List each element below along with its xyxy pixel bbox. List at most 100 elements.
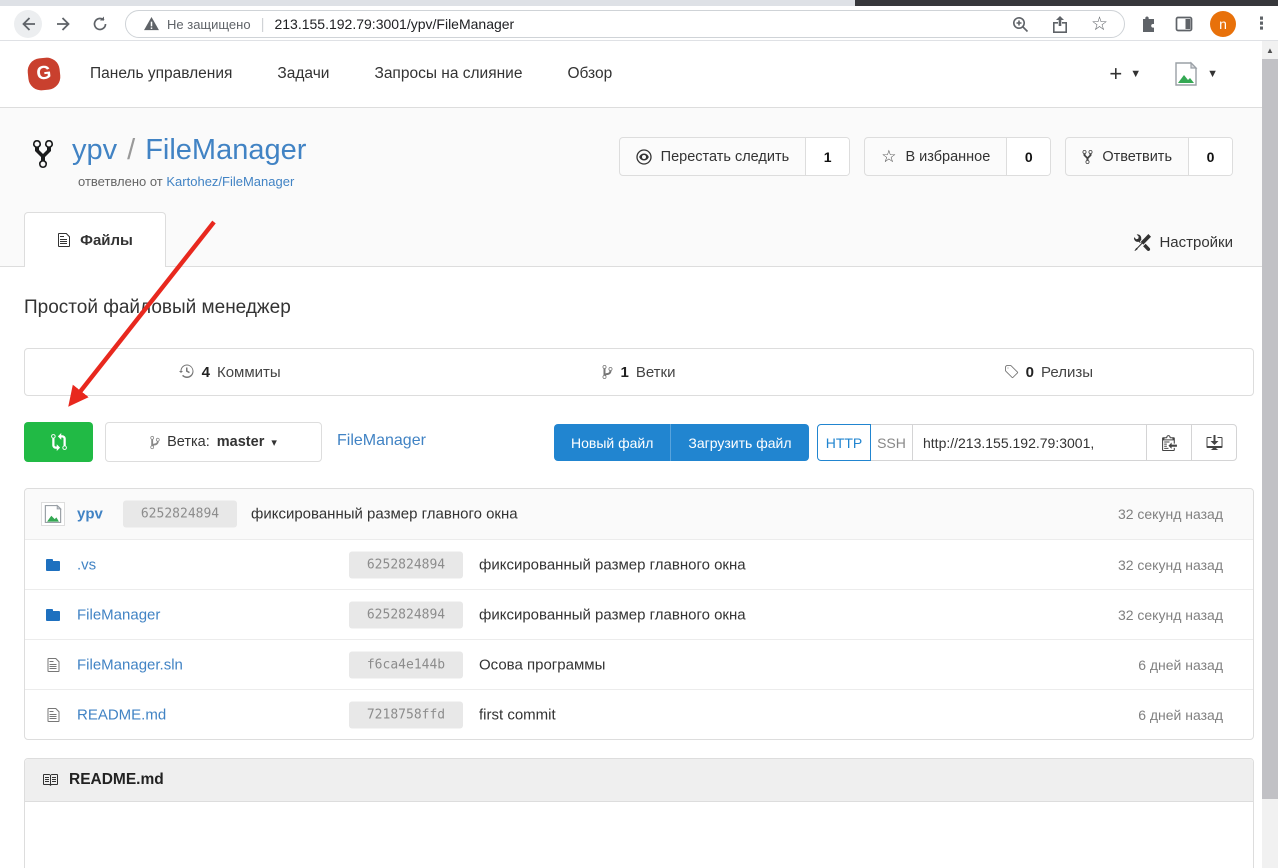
file-row-readme: README.md 7218758ffd first commit 6 дней… [25, 689, 1253, 739]
book-icon [41, 772, 59, 788]
unwatch-label: Перестать следить [661, 149, 790, 165]
file-buttons-group: Новый файл Загрузить файл [554, 424, 809, 461]
clone-ssh-button[interactable]: SSH [870, 424, 913, 461]
extensions-icon[interactable] [1140, 15, 1158, 33]
user-menu-caret-icon[interactable]: ▼ [1207, 68, 1218, 80]
browser-back-button[interactable] [14, 10, 42, 38]
tab-files-label: Файлы [80, 232, 133, 249]
user-avatar-broken-image[interactable] [1173, 61, 1199, 87]
commit-message-link[interactable]: фиксированный размер главного окна [251, 506, 518, 523]
app-window: Не защищено | 213.155.192.79:3001/ypv/Fi… [0, 0, 1278, 868]
zoom-icon[interactable] [1012, 16, 1029, 33]
file-icon [47, 707, 60, 723]
tab-settings[interactable]: Настройки [1134, 234, 1233, 251]
settings-label: Настройки [1159, 234, 1233, 251]
fork-origin-link[interactable]: Kartohez/FileManager [166, 174, 294, 189]
nav-item-issues[interactable]: Задачи [277, 65, 329, 83]
nav-item-explore[interactable]: Обзор [567, 65, 612, 83]
browser-reload-button[interactable] [86, 10, 114, 38]
file-icon [47, 657, 60, 673]
fork-note: ответвлено от Kartohez/FileManager [78, 174, 294, 189]
file-commit-hash-badge[interactable]: f6ca4e144b [349, 651, 463, 678]
star-icon: ☆ [881, 148, 896, 165]
upload-file-button[interactable]: Загрузить файл [670, 424, 808, 461]
browser-profile-avatar[interactable]: n [1210, 11, 1236, 37]
tab-files[interactable]: Файлы [24, 212, 166, 267]
download-button[interactable] [1191, 424, 1237, 461]
nav-item-dashboard[interactable]: Панель управления [90, 65, 232, 83]
clone-url-field-wrap [912, 424, 1147, 461]
file-commit-message-link[interactable]: first commit [479, 706, 556, 723]
breadcrumb-repo-link[interactable]: FileManager [337, 432, 426, 450]
browser-menu-icon[interactable]: ⋮ [1253, 14, 1270, 34]
settings-tools-icon [1134, 234, 1151, 251]
clone-http-button[interactable]: HTTP [817, 424, 871, 461]
side-panel-icon[interactable] [1175, 15, 1193, 33]
copy-url-button[interactable] [1146, 424, 1192, 461]
clone-url-input[interactable] [913, 425, 1146, 460]
commit-author-link[interactable]: ypv [77, 506, 103, 523]
forks-count[interactable]: 0 [1188, 138, 1232, 175]
fork-label: Ответвить [1102, 149, 1172, 165]
file-commit-time: 32 секунд назад [1118, 557, 1223, 573]
file-name-link[interactable]: FileManager.sln [77, 656, 183, 673]
create-new-button[interactable]: + [1109, 61, 1122, 87]
gitea-navbar: G Панель управления Задачи Запросы на сл… [0, 41, 1278, 108]
watchers-count[interactable]: 1 [805, 138, 849, 175]
history-icon [179, 364, 195, 380]
repo-name-link[interactable]: FileManager [145, 134, 306, 166]
repo-stats-bar: 4 Коммиты 1 Ветки 0 Релизы [24, 348, 1254, 396]
browser-forward-button[interactable] [50, 10, 78, 38]
branch-label: Ветка: [167, 434, 210, 450]
compare-button[interactable] [24, 422, 93, 462]
nav-item-pull-requests[interactable]: Запросы на слияние [374, 65, 522, 83]
releases-label: Релизы [1041, 364, 1093, 381]
stat-branches[interactable]: 1 Ветки [434, 349, 843, 395]
stat-releases[interactable]: 0 Релизы [844, 349, 1253, 395]
bookmark-star-icon[interactable]: ☆ [1091, 15, 1108, 34]
gitea-logo[interactable]: G [26, 56, 61, 91]
share-icon[interactable] [1051, 16, 1069, 33]
file-name-link[interactable]: FileManager [77, 606, 160, 623]
file-commit-hash-badge[interactable]: 6252824894 [349, 551, 463, 578]
folder-icon [45, 608, 61, 622]
star-button[interactable]: ☆ В избранное [865, 138, 1006, 175]
unwatch-button[interactable]: Перестать следить [620, 138, 806, 175]
url-text[interactable]: 213.155.192.79:3001/ypv/FileManager [274, 16, 514, 32]
file-row-filemanager: FileManager 6252824894 фиксированный раз… [25, 589, 1253, 639]
fork-icon [30, 138, 56, 170]
commit-time: 32 секунд назад [1118, 506, 1223, 522]
file-commit-hash-badge[interactable]: 6252824894 [349, 601, 463, 628]
file-commit-hash-badge[interactable]: 7218758ffd [349, 701, 463, 728]
branch-icon [602, 364, 613, 380]
stars-count[interactable]: 0 [1006, 138, 1050, 175]
scrollbar-up-arrow[interactable]: ▲ [1262, 43, 1278, 57]
stat-commits[interactable]: 4 Коммиты [25, 349, 434, 395]
commit-author-avatar-broken-image[interactable] [41, 502, 65, 526]
address-bar[interactable]: Не защищено | 213.155.192.79:3001/ypv/Fi… [125, 10, 1125, 38]
file-name-link[interactable]: .vs [77, 556, 96, 573]
create-new-caret-icon[interactable]: ▼ [1130, 68, 1141, 80]
branch-name: master [217, 434, 265, 450]
file-commit-message-link[interactable]: фиксированный размер главного окна [479, 606, 746, 623]
page-scrollbar[interactable]: ▲ [1262, 41, 1278, 868]
repo-owner-link[interactable]: ypv [72, 134, 117, 166]
file-name-link[interactable]: README.md [77, 706, 166, 723]
star-button-group: ☆ В избранное 0 [864, 137, 1051, 176]
repo-title: ypv / FileManager [30, 134, 306, 170]
title-separator: / [127, 134, 135, 166]
repo-toolbar: Ветка: master ▾ FileManager Новый файл З… [0, 422, 1278, 462]
new-file-button[interactable]: Новый файл [554, 424, 670, 461]
fork-button[interactable]: Ответвить [1066, 138, 1188, 175]
security-label[interactable]: Не защищено [167, 17, 251, 32]
back-icon [20, 16, 36, 32]
branch-selector[interactable]: Ветка: master ▾ [105, 422, 322, 462]
file-commit-message-link[interactable]: фиксированный размер главного окна [479, 556, 746, 573]
star-label: В избранное [905, 149, 990, 165]
commit-hash-badge[interactable]: 6252824894 [123, 501, 237, 528]
file-commit-message-link[interactable]: Осова программы [479, 656, 605, 673]
commits-label: Коммиты [217, 364, 281, 381]
watch-button-group: Перестать следить 1 [619, 137, 851, 176]
tag-icon [1004, 364, 1019, 380]
scrollbar-thumb[interactable] [1262, 59, 1278, 799]
